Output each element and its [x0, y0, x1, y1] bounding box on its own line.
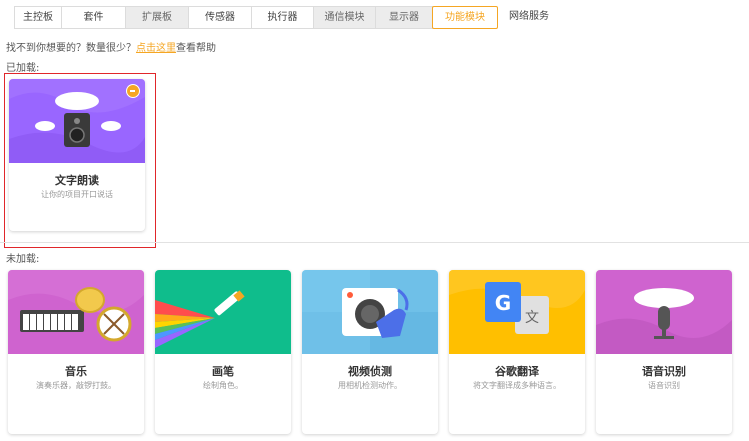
- video-sensing-icon: [302, 270, 438, 354]
- card-art: [155, 270, 291, 354]
- tab-network-services[interactable]: 网络服务: [498, 6, 560, 29]
- card-title: 文字朗读: [55, 174, 99, 187]
- svg-text:G: G: [495, 291, 511, 315]
- card-description: 将文字翻译成多种语言。: [473, 381, 561, 390]
- category-tabs: 主控板 套件 扩展板 传感器 执行器 通信模块 显示器 功能模块 网络服务: [14, 6, 560, 29]
- card-description: 让你的项目开口说话: [41, 190, 113, 199]
- card-art: [302, 270, 438, 354]
- tab-kits[interactable]: 套件: [61, 6, 126, 29]
- translate-icon: 文 G: [449, 270, 585, 354]
- svg-text:文: 文: [525, 310, 539, 326]
- help-hint: 找不到你想要的？数量很少？点击这里查看帮助: [6, 39, 216, 54]
- tab-communication[interactable]: 通信模块: [313, 6, 376, 29]
- remove-extension-button[interactable]: [126, 84, 140, 98]
- tab-expansion-board[interactable]: 扩展板: [125, 6, 189, 29]
- microphone-icon: [596, 270, 732, 354]
- card-description: 绘制角色。: [203, 381, 243, 390]
- tab-actuators[interactable]: 执行器: [251, 6, 314, 29]
- card-art: [8, 270, 144, 354]
- tab-function-modules[interactable]: 功能模块: [432, 6, 498, 29]
- hint-text: 找不到你想要的？数量很少？: [6, 43, 136, 54]
- extension-card-google-translate[interactable]: 文 G 谷歌翻译 将文字翻译成多种语言。: [449, 270, 585, 434]
- extension-card-pen[interactable]: 画笔 绘制角色。: [155, 270, 291, 434]
- loaded-section-label: 已加载:: [6, 63, 40, 74]
- pen-icon: [155, 270, 291, 354]
- card-title: 语音识别: [642, 365, 686, 378]
- card-description: 用相机检测动作。: [338, 381, 402, 390]
- extension-card-text-to-speech[interactable]: 文字朗读 让你的项目开口说话: [9, 79, 145, 231]
- card-art: [596, 270, 732, 354]
- card-title: 谷歌翻译: [495, 365, 539, 378]
- help-link[interactable]: 点击这里: [136, 43, 176, 54]
- extension-card-speech-recognition[interactable]: 语音识别 语音识别: [596, 270, 732, 434]
- tab-main-board[interactable]: 主控板: [14, 6, 62, 29]
- tab-display[interactable]: 显示器: [375, 6, 433, 29]
- card-title: 画笔: [212, 365, 234, 378]
- speaker-icon: [9, 79, 145, 163]
- extension-card-music[interactable]: 音乐 演奏乐器，敲锣打鼓。: [8, 270, 144, 434]
- card-art: [9, 79, 145, 163]
- card-title: 音乐: [65, 365, 87, 378]
- section-divider: [0, 242, 749, 243]
- card-description: 演奏乐器，敲锣打鼓。: [36, 381, 116, 390]
- card-art: 文 G: [449, 270, 585, 354]
- music-icon: [8, 270, 144, 354]
- hint-suffix: 查看帮助: [176, 43, 216, 54]
- extension-card-video-sensing[interactable]: 视频侦测 用相机检测动作。: [302, 270, 438, 434]
- tab-sensors[interactable]: 传感器: [188, 6, 252, 29]
- card-description: 语音识别: [648, 381, 680, 390]
- card-title: 视频侦测: [348, 365, 392, 378]
- unloaded-section-label: 未加载:: [6, 254, 40, 265]
